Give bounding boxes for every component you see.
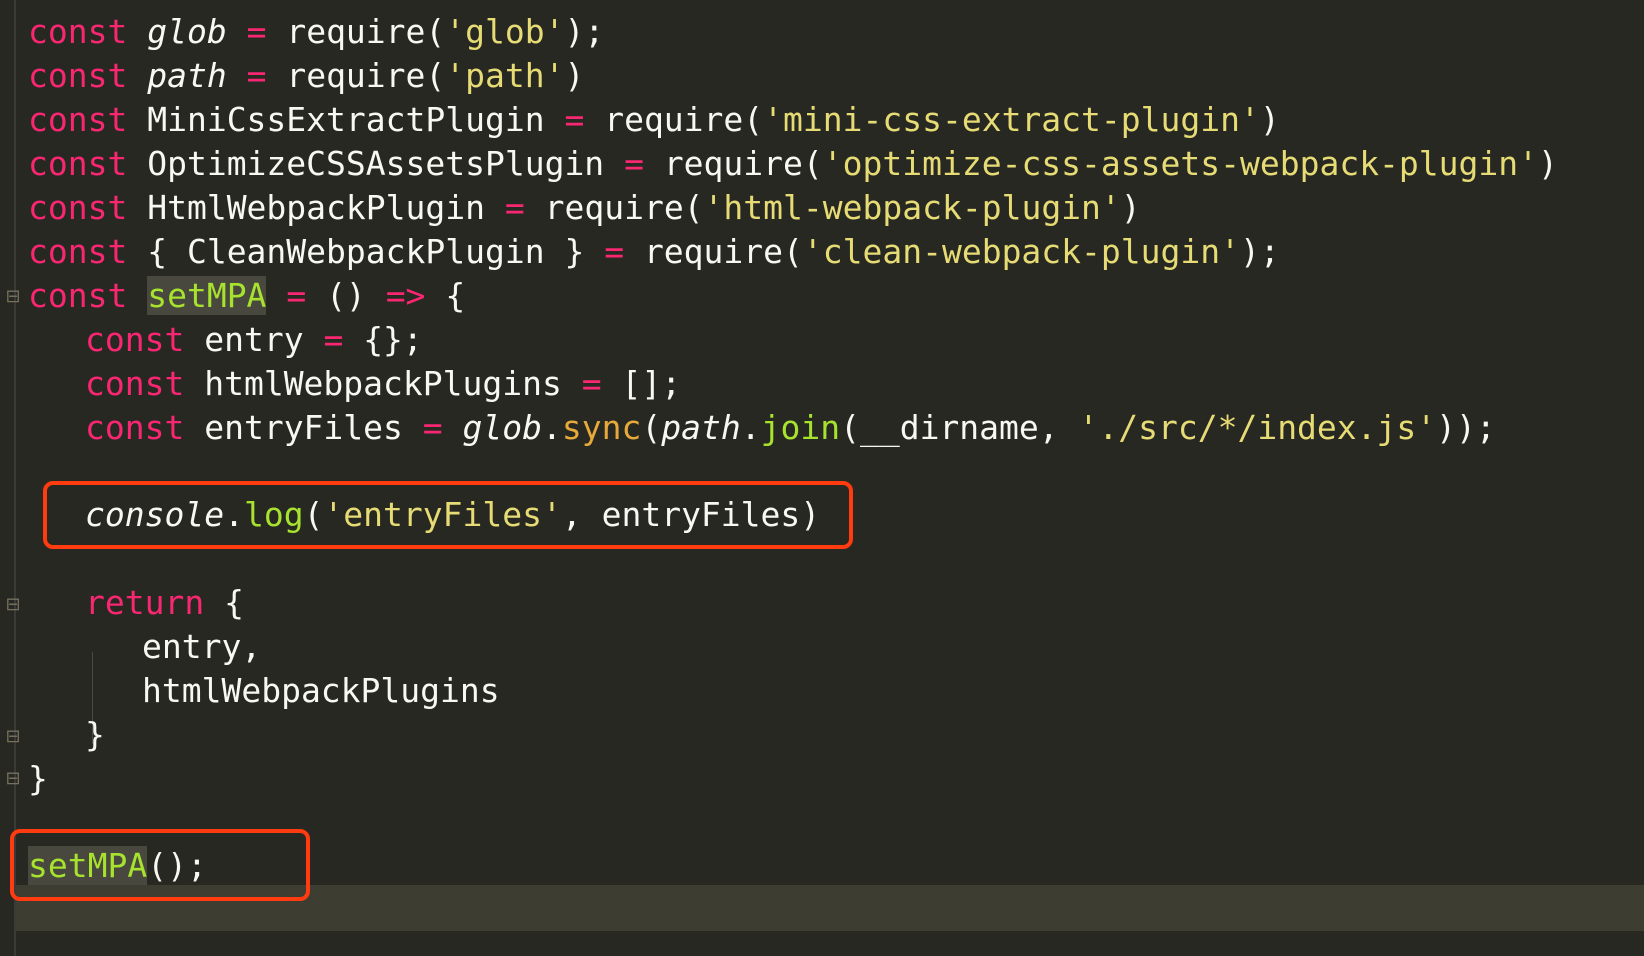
arrow: => — [385, 276, 426, 315]
punct: ); — [564, 12, 605, 51]
object: path — [661, 408, 741, 447]
string: 'path' — [445, 56, 565, 95]
brace: } — [28, 759, 48, 798]
punct: ) — [564, 56, 585, 95]
gutter-divider — [14, 0, 16, 956]
operator: = — [246, 56, 267, 95]
code-line-9: const htmlWebpackPlugins = []; — [85, 361, 681, 407]
identifier: entry, — [142, 627, 262, 666]
method: join — [760, 408, 841, 447]
keyword: const — [28, 188, 128, 227]
code-line-8: const entry = {}; — [85, 317, 423, 363]
code-line-10: const entryFiles = glob.sync(path.join(_… — [85, 405, 1496, 451]
identifier: path — [147, 56, 227, 95]
call: require( — [544, 188, 704, 227]
call: require( — [286, 56, 446, 95]
function-name: setMPA — [147, 276, 267, 315]
call: require( — [604, 100, 764, 139]
keyword: const — [85, 320, 185, 359]
code-line-18: } — [28, 756, 48, 802]
brace: { — [224, 583, 244, 622]
code-line-6: const { CleanWebpackPlugin } = require('… — [28, 229, 1280, 275]
string: './src/*/index.js' — [1078, 408, 1437, 447]
annotation-box-console-log — [43, 481, 853, 549]
operator: = — [581, 364, 602, 403]
code-editor[interactable]: ⊟ ⊟ ⊟ ⊟ const glob = require('glob'); co… — [0, 0, 1644, 956]
string: 'glob' — [445, 12, 565, 51]
keyword: const — [28, 56, 128, 95]
keyword: const — [85, 364, 185, 403]
code-line-5: const HtmlWebpackPlugin = require('html-… — [28, 185, 1141, 231]
string: 'clean-webpack-plugin' — [802, 232, 1240, 271]
identifier: htmlWebpackPlugins — [204, 364, 562, 403]
dot: . — [542, 408, 562, 447]
code-line-14: return { — [85, 580, 244, 626]
object: glob — [462, 408, 543, 447]
operator: = — [246, 12, 267, 51]
punct: ) — [1259, 100, 1280, 139]
operator: = — [504, 188, 525, 227]
code-line-3: const MiniCssExtractPlugin = require('mi… — [28, 97, 1280, 143]
operator: = — [604, 232, 625, 271]
value: {}; — [363, 320, 423, 359]
code-line-16: htmlWebpackPlugins — [142, 668, 500, 714]
call: require( — [286, 12, 446, 51]
identifier: entryFiles — [204, 408, 403, 447]
keyword: const — [85, 408, 185, 447]
string: 'html-webpack-plugin' — [703, 188, 1121, 227]
brace: } — [85, 715, 105, 754]
string: 'mini-css-extract-plugin' — [763, 100, 1260, 139]
keyword: const — [28, 232, 128, 271]
code-line-2: const path = require('path') — [28, 53, 584, 99]
args: (__dirname, — [840, 408, 1079, 447]
code-line-17: } — [85, 712, 105, 758]
operator: = — [422, 408, 443, 447]
fold-close-icon[interactable]: ⊟ — [4, 727, 22, 747]
paren: ( — [641, 408, 662, 447]
keyword: const — [28, 100, 128, 139]
operator: = — [323, 320, 344, 359]
operator: = — [286, 276, 307, 315]
operator: = — [624, 144, 644, 183]
fold-open-icon[interactable]: ⊟ — [4, 595, 22, 615]
call: require( — [663, 144, 823, 183]
code-line-1: const glob = require('glob'); — [28, 9, 604, 55]
keyword: const — [28, 12, 128, 51]
string: 'optimize-css-assets-webpack-plugin' — [822, 144, 1539, 183]
value: []; — [621, 364, 682, 403]
fold-open-icon[interactable]: ⊟ — [4, 287, 22, 307]
code-line-7: const setMPA = () => { — [28, 273, 465, 319]
punct: ) — [1120, 188, 1141, 227]
call: require( — [643, 232, 803, 271]
identifier: entry — [204, 320, 304, 359]
code-line-15: entry, — [142, 624, 261, 670]
operator: = — [564, 100, 585, 139]
identifier: OptimizeCSSAssetsPlugin — [147, 144, 605, 183]
punct: ); — [1239, 232, 1280, 271]
method: sync — [561, 408, 642, 447]
punct: ) — [1538, 144, 1558, 183]
keyword: const — [28, 276, 128, 315]
code-line-4: const OptimizeCSSAssetsPlugin = require(… — [28, 141, 1558, 187]
annotation-box-setmpa-call — [10, 829, 310, 901]
keyword: return — [85, 583, 205, 622]
punct: )); — [1436, 408, 1496, 447]
fold-close-icon[interactable]: ⊟ — [4, 769, 22, 789]
identifier: htmlWebpackPlugins — [142, 671, 500, 710]
identifier: MiniCssExtractPlugin — [147, 100, 545, 139]
identifier: glob — [147, 12, 227, 51]
params: () — [326, 276, 366, 315]
dot: . — [740, 408, 761, 447]
keyword: const — [28, 144, 128, 183]
brace: { — [445, 276, 466, 315]
identifier: { CleanWebpackPlugin } — [147, 232, 585, 271]
identifier: HtmlWebpackPlugin — [147, 188, 485, 227]
